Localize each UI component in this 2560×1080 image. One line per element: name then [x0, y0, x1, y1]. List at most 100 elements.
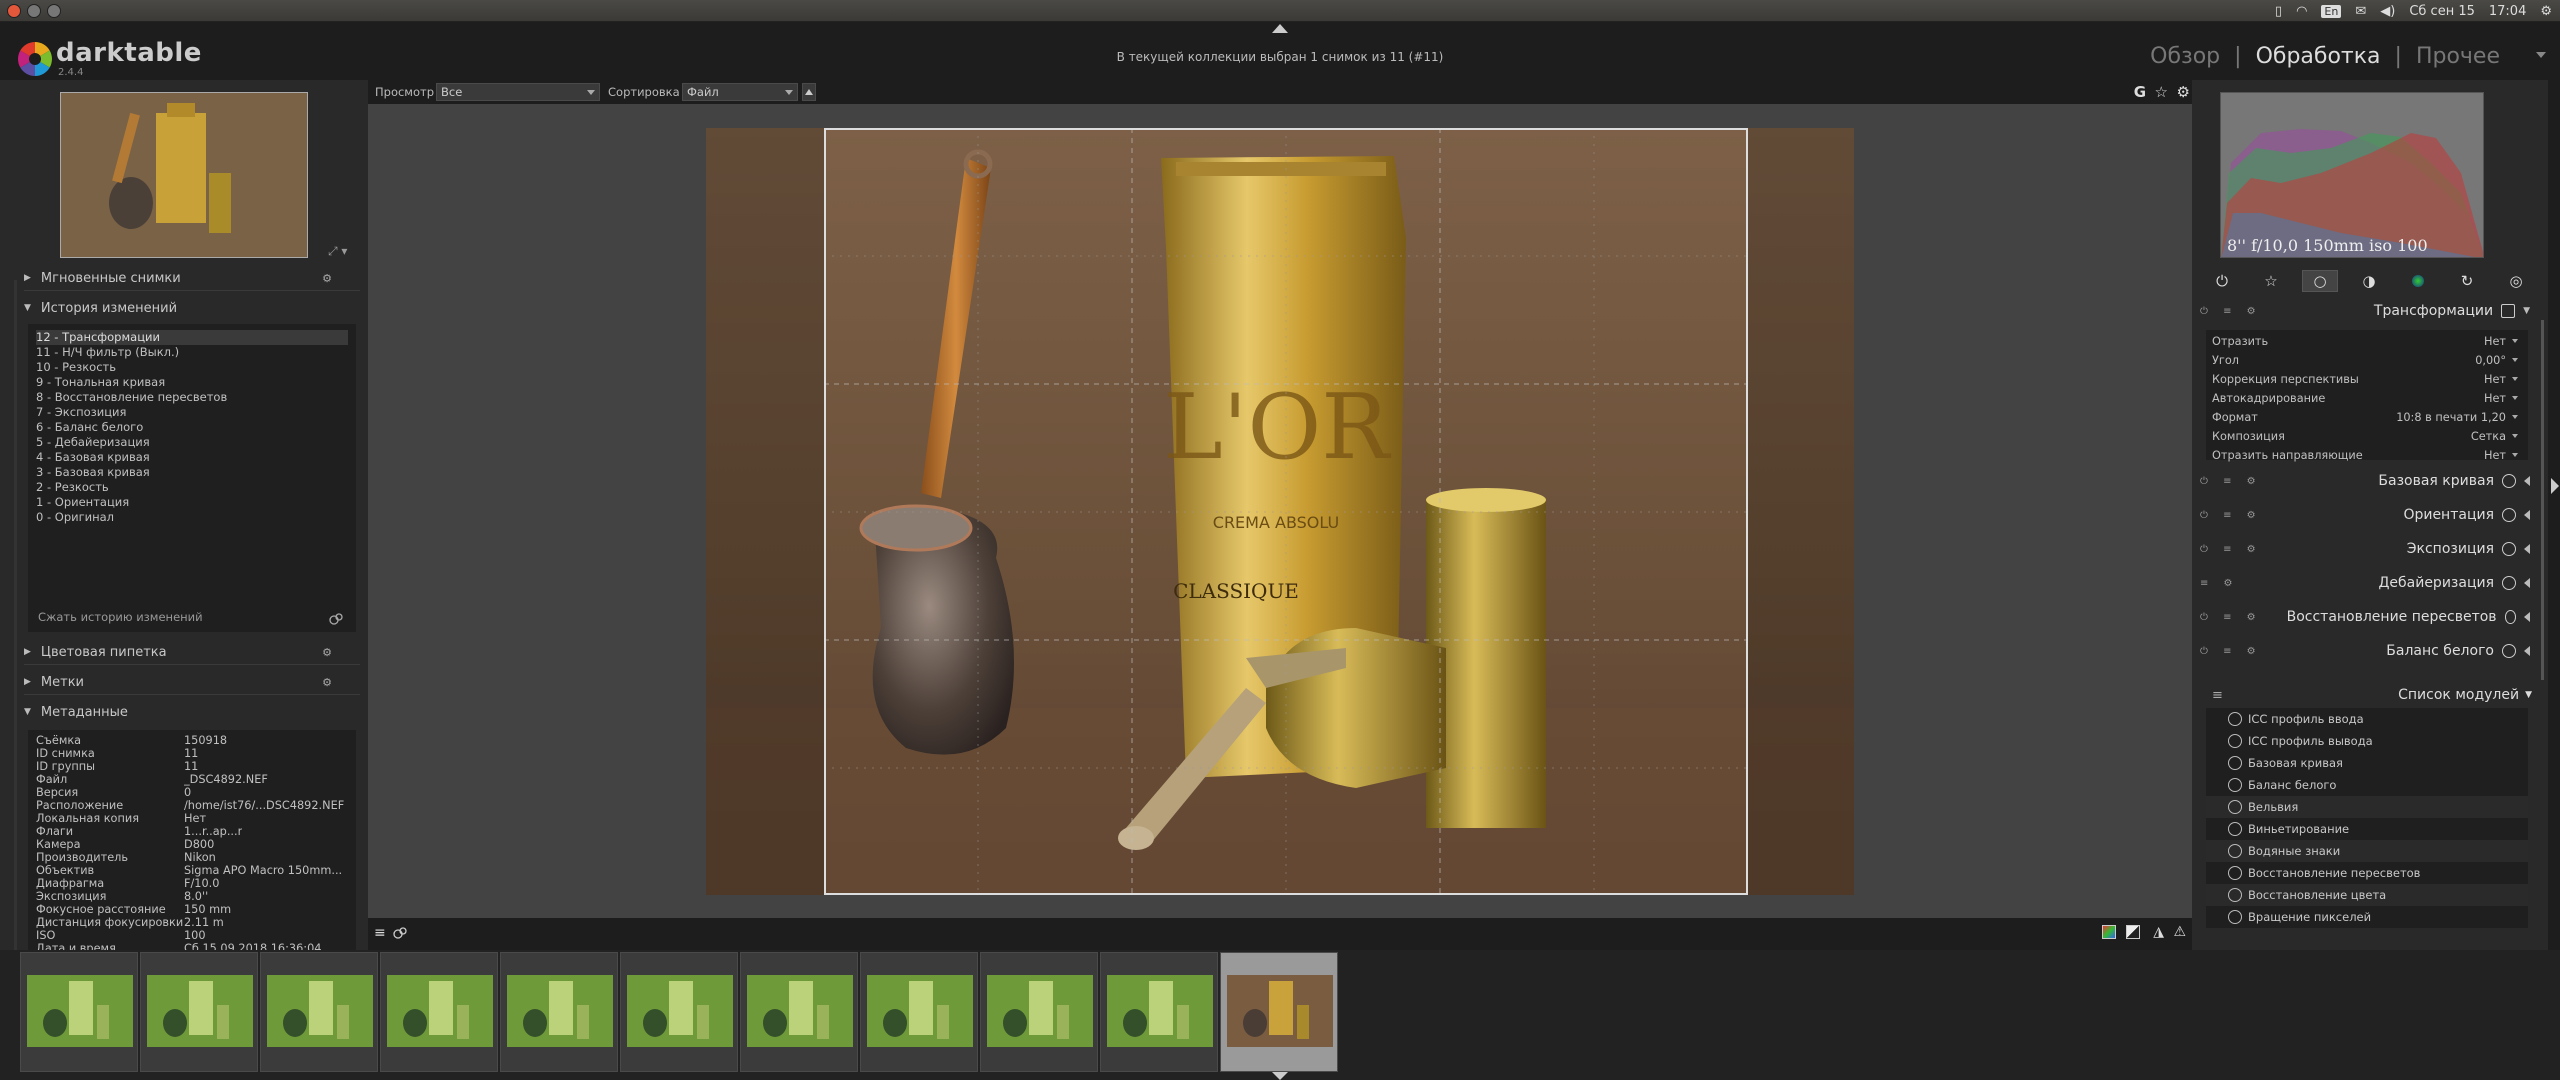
collapse-arrow-icon[interactable]	[2524, 544, 2530, 554]
view-filter-select[interactable]: Все	[436, 83, 600, 101]
transform-setting[interactable]: Отразить Нет	[2212, 332, 2522, 351]
setting-value[interactable]: 10:8 в печати 1,20	[2396, 411, 2522, 424]
module-header[interactable]: ≡ ⚙ Дебайеризация	[2200, 572, 2530, 594]
module-list-item[interactable]: ICC профиль вывода	[2206, 730, 2528, 752]
expand-arrow-icon[interactable]: ▼	[2525, 690, 2532, 700]
module-header[interactable]: ⏻ ≡ ⚙ Баланс белого	[2200, 640, 2530, 662]
module-list-item[interactable]: Восстановление пересветов	[2206, 862, 2528, 884]
views-dropdown-icon[interactable]	[2536, 52, 2546, 58]
left-scrollbar[interactable]	[14, 280, 17, 1010]
clock[interactable]: 17:04	[2489, 4, 2526, 19]
mail-icon[interactable]: ✉	[2355, 4, 2366, 19]
filmstrip-thumbnail[interactable]	[20, 952, 138, 1072]
module-controls-icon[interactable]: ≡ ⚙	[2200, 578, 2310, 589]
keyboard-layout-indicator[interactable]: En	[2321, 4, 2342, 18]
collapse-arrow-icon[interactable]	[2524, 612, 2530, 622]
group-correct-loop-icon[interactable]: ↻	[2449, 270, 2485, 292]
metadata-section[interactable]: ▼ Метаданные	[24, 702, 332, 722]
filmstrip-thumbnail[interactable]	[500, 952, 618, 1072]
filmstrip-thumbnail[interactable]	[1100, 952, 1218, 1072]
filmstrip-thumbnail[interactable]	[740, 952, 858, 1072]
module-list-menu-icon[interactable]: ≡	[2212, 688, 2223, 703]
snapshots-preset-icon[interactable]: ⚙	[322, 272, 332, 285]
group-favorites-star-icon[interactable]: ☆	[2253, 270, 2289, 292]
module-controls-icon[interactable]: ⏻ ≡ ⚙	[2200, 612, 2287, 623]
history-section[interactable]: ▼ История изменений	[24, 298, 332, 318]
tags-section[interactable]: ▶ Метки ⚙	[24, 672, 332, 692]
view-darkroom[interactable]: Обработка	[2256, 44, 2381, 69]
history-item[interactable]: 2 - Резкость	[36, 480, 348, 495]
module-list-item[interactable]: Вельвия	[2206, 796, 2528, 818]
volume-icon[interactable]: ◀)	[2380, 4, 2395, 19]
preferences-gear-icon[interactable]: ⚙	[2177, 83, 2190, 101]
module-list-item[interactable]: Баланс белого	[2206, 774, 2528, 796]
collapse-arrow-icon[interactable]	[2524, 646, 2530, 656]
history-item[interactable]: 0 - Оригинал	[36, 510, 348, 525]
photo-preview[interactable]: L'OR CREMA ABSOLU CLASSIQUE	[706, 128, 1854, 895]
settings-gear-icon[interactable]: ⚙	[2540, 4, 2552, 19]
module-controls-icon[interactable]: ⏻ ≡ ⚙	[2200, 646, 2310, 657]
image-canvas[interactable]: L'OR CREMA ABSOLU CLASSIQUE	[368, 104, 2192, 918]
history-item[interactable]: 1 - Ориентация	[36, 495, 348, 510]
zoom-fit-icon[interactable]: ⤢ ▾	[328, 244, 347, 259]
group-tone-half-circle-icon[interactable]: ◑	[2351, 270, 2387, 292]
group-basic-circle-icon[interactable]: ○	[2302, 270, 2338, 292]
transform-setting[interactable]: Автокадрирование Нет	[2212, 389, 2522, 408]
module-controls-icon[interactable]: ⏻ ≡ ⚙	[2200, 544, 2310, 555]
tags-preset-icon[interactable]: ⚙	[322, 676, 332, 689]
view-lighttable[interactable]: Обзор	[2150, 44, 2220, 69]
module-header[interactable]: ⏻ ≡ ⚙ Экспозиция	[2200, 538, 2530, 560]
window-close-button[interactable]	[7, 3, 21, 18]
history-item[interactable]: 5 - Дебайеризация	[36, 435, 348, 450]
filmstrip-thumbnail[interactable]	[980, 952, 1098, 1072]
transform-setting[interactable]: Коррекция перспективы Нет	[2212, 370, 2522, 389]
styles-icon[interactable]	[392, 926, 408, 940]
collapse-arrow-icon[interactable]	[2524, 510, 2530, 520]
view-other[interactable]: Прочее	[2416, 44, 2500, 69]
module-controls-icon[interactable]: ⏻ ≡ ⚙	[2200, 306, 2310, 317]
history-item[interactable]: 8 - Восстановление пересветов	[36, 390, 348, 405]
crop-frame[interactable]	[824, 128, 1748, 895]
softproof-icon[interactable]: ◮	[2153, 924, 2164, 940]
transform-setting[interactable]: Композиция Сетка	[2212, 427, 2522, 446]
filmstrip-thumbnail[interactable]	[1220, 952, 1338, 1072]
sort-select[interactable]: Файл	[682, 83, 798, 101]
filmstrip-thumbnail[interactable]	[140, 952, 258, 1072]
module-controls-icon[interactable]: ⏻ ≡ ⚙	[2200, 510, 2310, 521]
color-picker-section[interactable]: ▶ Цветовая пипетка ⚙	[24, 642, 332, 662]
module-list-item[interactable]: Водяные знаки	[2206, 840, 2528, 862]
history-item[interactable]: 7 - Экспозиция	[36, 405, 348, 420]
compress-history-button[interactable]: Сжать историю изменений	[38, 610, 203, 624]
module-list-item[interactable]: Базовая кривая	[2206, 752, 2528, 774]
overexposed-icon[interactable]	[2126, 925, 2140, 939]
filmstrip-thumbnail[interactable]	[620, 952, 738, 1072]
transform-setting[interactable]: Формат 10:8 в печати 1,20	[2212, 408, 2522, 427]
histogram[interactable]: 8'' f/10,0 150mm iso 100	[2220, 92, 2484, 258]
bottom-panel-toggle-icon[interactable]	[1272, 1072, 1288, 1080]
module-list-item[interactable]: Восстановление цвета	[2206, 884, 2528, 906]
transform-setting[interactable]: Отразить направляющие Нет	[2212, 446, 2522, 465]
wifi-icon[interactable]: ◠	[2296, 4, 2307, 19]
group-active-power-icon[interactable]: ⏻	[2204, 270, 2240, 292]
grouping-icon[interactable]: G	[2134, 83, 2146, 101]
right-panel-toggle-icon[interactable]	[2551, 478, 2559, 494]
collapse-arrow-icon[interactable]	[2524, 476, 2530, 486]
quick-access-menu-icon[interactable]: ≡	[374, 925, 386, 941]
collapse-arrow-icon[interactable]	[2524, 578, 2530, 588]
module-header[interactable]: ⏻ ≡ ⚙ Восстановление пересветов	[2200, 606, 2530, 628]
expand-arrow-icon[interactable]: ▼	[2523, 306, 2530, 316]
history-item[interactable]: 4 - Базовая кривая	[36, 450, 348, 465]
module-header[interactable]: ⏻ ≡ ⚙ Базовая кривая	[2200, 470, 2530, 492]
window-maximize-button[interactable]	[47, 3, 61, 18]
module-header[interactable]: ⏻ ≡ ⚙ Ориентация	[2200, 504, 2530, 526]
module-transform-header[interactable]: ⏻ ≡ ⚙ Трансформации ▼	[2200, 300, 2530, 322]
snapshots-section[interactable]: ▶ Мгновенные снимки ⚙	[24, 268, 332, 288]
filmstrip-thumbnail[interactable]	[260, 952, 378, 1072]
gamut-check-icon[interactable]: ⚠	[2173, 924, 2186, 940]
history-item[interactable]: 6 - Баланс белого	[36, 420, 348, 435]
battery-icon[interactable]: ▯	[2275, 4, 2282, 19]
history-item[interactable]: 3 - Базовая кривая	[36, 465, 348, 480]
top-panel-toggle-icon[interactable]	[1272, 24, 1288, 33]
create-style-icon[interactable]	[328, 612, 344, 626]
modules-scrollbar[interactable]	[2541, 320, 2544, 680]
